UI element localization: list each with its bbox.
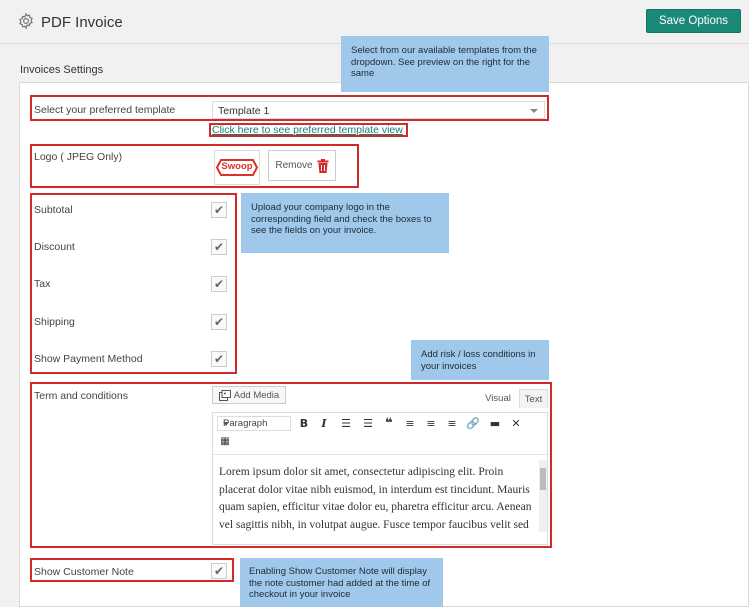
add-media-button[interactable]: Add Media xyxy=(212,386,286,404)
check-icon: ✔ xyxy=(213,277,225,291)
logo-label: Logo ( JPEG Only) xyxy=(34,151,123,163)
scrollbar-thumb[interactable] xyxy=(540,468,546,490)
customer-note-label: Show Customer Note xyxy=(34,566,134,578)
tab-text[interactable]: Text xyxy=(519,389,548,408)
save-options-button[interactable]: Save Options xyxy=(646,9,741,33)
logo-text: Swoop xyxy=(221,161,253,172)
format-select-value: Paragraph xyxy=(223,418,268,429)
check-icon: ✔ xyxy=(213,240,225,254)
blockquote-icon[interactable]: ❝ xyxy=(381,416,397,431)
terms-label: Term and conditions xyxy=(34,390,128,402)
option-label-payment-method: Show Payment Method xyxy=(34,353,143,365)
format-select[interactable]: Paragraph xyxy=(217,416,291,431)
remove-label: Remove xyxy=(275,160,313,171)
check-icon: ✔ xyxy=(213,564,225,578)
check-icon: ✔ xyxy=(213,315,225,329)
chevron-down-icon xyxy=(530,109,538,113)
bold-icon[interactable]: B xyxy=(296,416,312,431)
trash-icon xyxy=(317,158,329,173)
customer-note-checkbox[interactable]: ✔ xyxy=(211,563,227,579)
discount-checkbox[interactable]: ✔ xyxy=(211,239,227,255)
option-label-tax: Tax xyxy=(34,278,51,290)
remove-logo-button[interactable]: Remove xyxy=(268,150,336,181)
template-select-value: Template 1 xyxy=(218,105,270,117)
check-icon: ✔ xyxy=(213,352,225,366)
numbered-list-icon[interactable]: ☰ xyxy=(360,416,376,431)
tax-checkbox[interactable]: ✔ xyxy=(211,276,227,292)
section-title: Invoices Settings xyxy=(20,64,104,76)
link-icon[interactable]: 🔗 xyxy=(465,416,481,431)
company-logo-image: Swoop xyxy=(214,150,260,185)
toolbar-divider xyxy=(213,454,547,455)
terms-tip: Add risk / loss conditions in your invoi… xyxy=(411,340,549,380)
tab-visual[interactable]: Visual xyxy=(480,389,516,408)
customer-note-tip: Enabling Show Customer Note will display… xyxy=(240,558,443,607)
editor-scrollbar[interactable] xyxy=(539,460,547,532)
options-highlight xyxy=(30,193,237,374)
fullscreen-icon[interactable]: ✕ xyxy=(508,416,524,431)
add-media-label: Add Media xyxy=(233,389,280,401)
terms-text-content[interactable]: Lorem ipsum dolor sit amet, consectetur … xyxy=(213,460,539,535)
template-tip: Select from our available templates from… xyxy=(341,36,549,92)
shipping-checkbox[interactable]: ✔ xyxy=(211,314,227,330)
italic-icon[interactable]: I xyxy=(316,416,332,431)
bullet-list-icon[interactable]: ☰ xyxy=(338,416,354,431)
check-icon: ✔ xyxy=(213,203,225,217)
media-icon xyxy=(218,389,231,401)
payment-method-checkbox[interactable]: ✔ xyxy=(211,351,227,367)
align-right-icon[interactable]: ≡ xyxy=(444,416,460,431)
page-title: PDF Invoice xyxy=(41,14,123,31)
template-preview-link[interactable]: Click here to see preferred template vie… xyxy=(212,124,403,136)
read-more-icon[interactable]: ▬ xyxy=(487,416,503,431)
option-label-discount: Discount xyxy=(34,241,75,253)
subtotal-checkbox[interactable]: ✔ xyxy=(211,202,227,218)
option-label-subtotal: Subtotal xyxy=(34,204,73,216)
toolbar-toggle-icon[interactable]: ▦ xyxy=(217,434,233,449)
align-center-icon[interactable]: ≡ xyxy=(423,416,439,431)
chevron-down-icon xyxy=(223,422,229,426)
logo-tip: Upload your company logo in the correspo… xyxy=(241,193,449,253)
template-label: Select your preferred template xyxy=(34,104,176,116)
gear-icon xyxy=(19,12,33,30)
option-label-shipping: Shipping xyxy=(34,316,75,328)
align-left-icon[interactable]: ≡ xyxy=(402,416,418,431)
template-select[interactable]: Template 1 xyxy=(212,101,545,119)
